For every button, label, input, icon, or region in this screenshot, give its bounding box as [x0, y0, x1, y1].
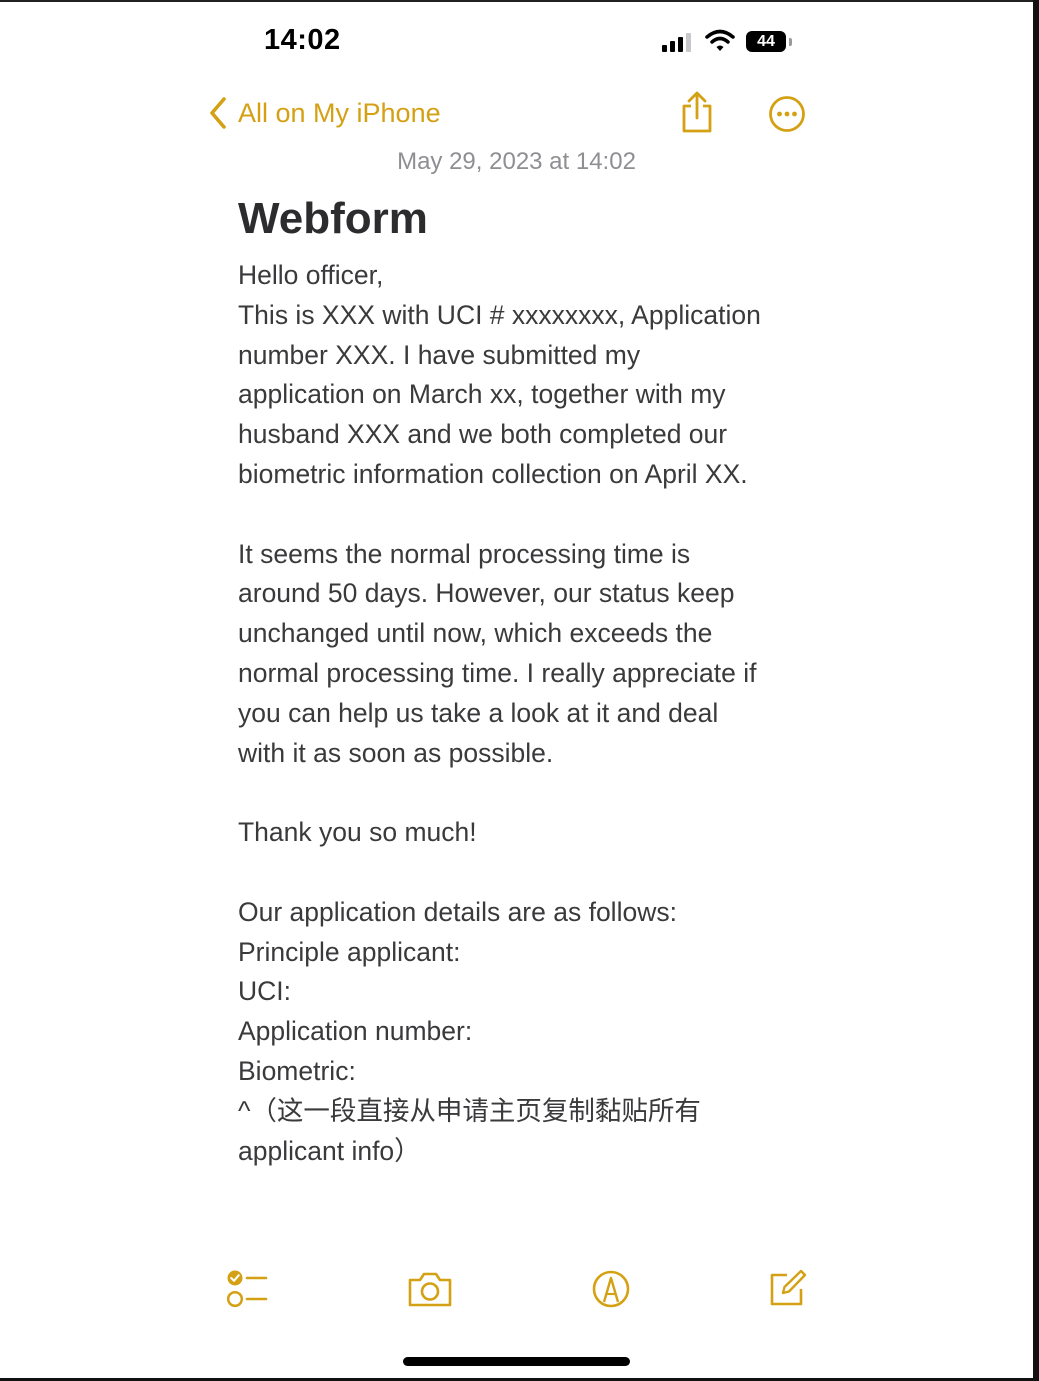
back-button-label: All on My iPhone	[238, 97, 441, 128]
note-line: It seems the normal processing time is	[238, 538, 691, 569]
camera-icon[interactable]	[407, 1271, 453, 1307]
note-line: ^（这一段直接从申请主页复制黏贴所有	[238, 1095, 701, 1126]
note-line: with it as soon as possible.	[238, 737, 554, 768]
note-line: Thank you so much!	[238, 817, 477, 848]
note-line: number XXX. I have submitted my	[238, 339, 641, 370]
ellipsis-circle-icon[interactable]	[767, 94, 807, 134]
note-date: May 29, 2023 at 14:02	[397, 148, 636, 175]
note-line: This is XXX with UCI # xxxxxxxx, Applica…	[238, 299, 761, 330]
screenshot-border-top	[0, 0, 1039, 2]
home-indicator[interactable]	[403, 1357, 630, 1366]
note-line: husband XXX and we both completed our	[238, 419, 728, 450]
note-line: biometric information collection on Apri…	[238, 458, 748, 489]
compose-icon[interactable]	[769, 1269, 807, 1307]
note-title[interactable]: Webform	[238, 190, 808, 248]
note-line: around 50 days. However, our status keep	[238, 578, 735, 609]
note-line: Application number:	[238, 1016, 473, 1047]
wifi-icon	[705, 29, 735, 51]
cellular-signal-icon	[662, 33, 691, 52]
back-button[interactable]: All on My iPhone	[208, 93, 441, 133]
note-line: Biometric:	[238, 1055, 356, 1086]
note-blank-line	[238, 773, 808, 813]
note-line: application on March xx, together with m…	[238, 379, 726, 410]
note-line: UCI:	[238, 976, 291, 1007]
note-blank-line	[238, 853, 808, 893]
markup-pen-icon[interactable]	[591, 1269, 631, 1309]
checklist-icon[interactable]	[226, 1270, 268, 1308]
battery-indicator: 44	[746, 31, 786, 52]
chevron-left-icon	[210, 97, 226, 129]
note-line: normal processing time. I really appreci…	[238, 657, 757, 688]
battery-cap	[789, 38, 792, 46]
share-icon[interactable]	[679, 91, 715, 133]
note-line: Principle applicant:	[238, 936, 461, 967]
screenshot-border-right	[1033, 0, 1039, 1381]
note-line: unchanged until now, which exceeds the	[238, 618, 713, 649]
status-time: 14:02	[264, 24, 341, 56]
note-line: Our application details are as follows:	[238, 896, 677, 927]
note-blank-line	[238, 495, 808, 535]
note-text[interactable]: Hello officer, This is XXX with UCI # xxx…	[238, 256, 808, 1171]
note-line: applicant info）	[238, 1135, 421, 1166]
note-body[interactable]: Webform Hello officer, This is XXX with U…	[238, 190, 808, 1171]
note-line: Hello officer,	[238, 260, 384, 290]
note-line: you can help us take a look at it and de…	[238, 697, 719, 728]
